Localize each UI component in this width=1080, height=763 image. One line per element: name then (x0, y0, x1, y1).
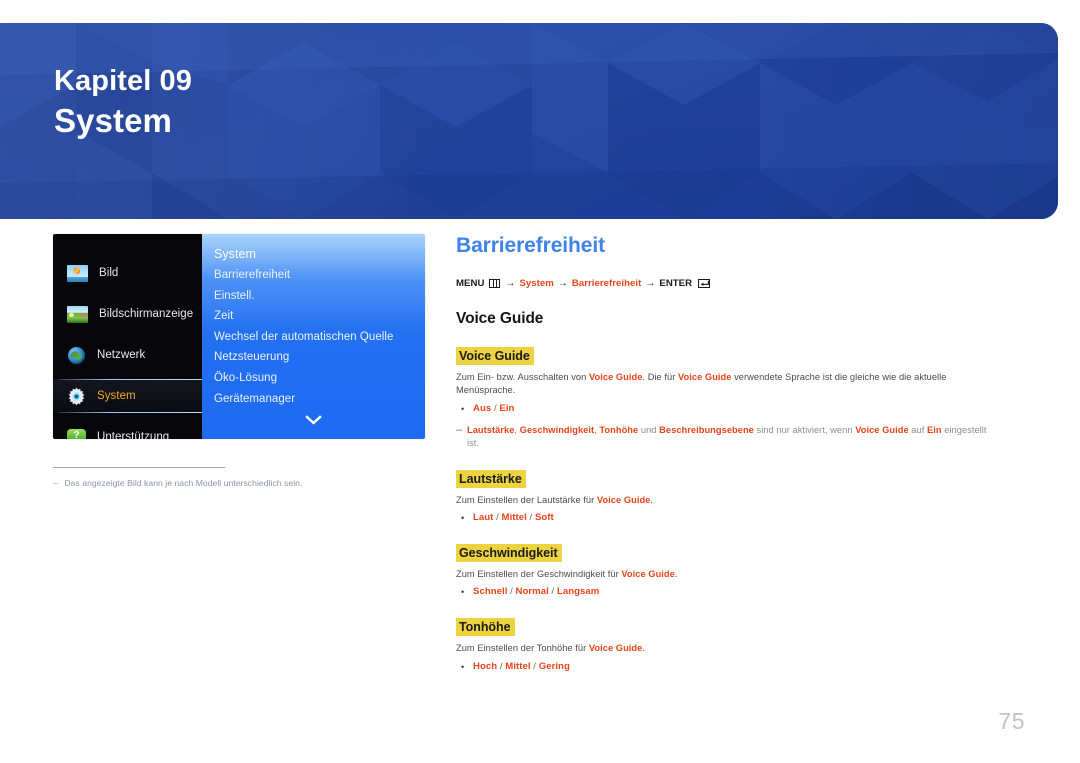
option-row: • Laut / Mittel / Soft (456, 511, 1001, 525)
question-bubble-icon (67, 429, 86, 439)
note-dash-icon: ‒ (456, 423, 463, 436)
bullet-icon: • (461, 661, 465, 672)
banner-text-group: Kapitel 09 System (54, 63, 192, 142)
page-title: Barrierefreiheit (456, 234, 605, 257)
menu-label: MENU (456, 278, 485, 289)
main-content: Barrierefreiheit MENU → System → Barrier… (456, 233, 1001, 674)
menu-bars-icon (489, 279, 501, 288)
section-heading-voice-guide: Voice Guide (456, 310, 544, 327)
arrow-separator: → (557, 278, 568, 289)
osd-submenu-item-wechsel-quelle[interactable]: Wechsel der automatischen Quelle (202, 327, 425, 348)
chapter-title: System (54, 102, 173, 140)
bullet-icon: • (461, 587, 465, 598)
chapter-banner: Kapitel 09 System (0, 23, 1058, 219)
globe-icon (67, 346, 86, 365)
subsection-lautstaerke: Lautstärke Zum Einstellen der Lautstärke… (456, 469, 1001, 525)
enter-label: ENTER (659, 278, 693, 289)
option-values: Schnell / Normal / Langsam (473, 586, 600, 598)
subsection-paragraph: Zum Einstellen der Tonhöhe für Voice Gui… (456, 643, 645, 654)
osd-item-label: Bild (99, 267, 119, 279)
option-row: • Hoch / Mittel / Gering (456, 660, 1001, 674)
osd-submenu-panel: System Barrierefreiheit Einstell. Zeit W… (202, 234, 425, 439)
option-list: • Schnell / Normal / Langsam (456, 585, 1001, 599)
enter-key-icon (698, 279, 711, 288)
subsection-paragraph: Zum Ein- bzw. Ausschalten von Voice Guid… (456, 372, 947, 396)
option-values: Hoch / Mittel / Gering (473, 660, 570, 672)
osd-item-unterstuetzung[interactable]: Unterstützung (53, 420, 202, 439)
option-values: Laut / Mittel / Soft (473, 512, 554, 524)
chapter-label: Kapitel 09 (54, 65, 192, 97)
subsection-note: ‒ Lautstärke, Geschwindigkeit, Tonhöhe u… (456, 424, 1001, 451)
osd-submenu-title: System (214, 247, 256, 261)
osd-menu-mock: Bild Bildschirmanzeige Netzwerk System ?… (53, 234, 425, 439)
osd-submenu-item-oeko-loesung[interactable]: Öko-Lösung (202, 368, 425, 389)
osd-submenu-item-zeit[interactable]: Zeit (202, 306, 425, 327)
subsection-heading: Tonhöhe (456, 618, 515, 637)
arrow-separator: → (505, 278, 516, 289)
osd-item-label: System (97, 390, 136, 402)
osd-item-netzwerk[interactable]: Netzwerk (53, 338, 202, 372)
path-node-barrierefreiheit: Barrierefreiheit (571, 278, 642, 289)
footnote-dash: ‒ (53, 478, 58, 488)
osd-submenu-item-einstell[interactable]: Einstell. (202, 286, 425, 307)
subsection-heading: Voice Guide (456, 347, 534, 365)
note-text: Lautstärke, Geschwindigkeit, Tonhöhe und… (467, 424, 987, 449)
option-values: Aus / Ein (473, 402, 515, 414)
option-row: • Aus / Ein (456, 402, 1001, 416)
subsection-heading: Lautstärke (456, 469, 526, 488)
footnote-divider (53, 467, 225, 468)
subsection-voice-guide: Voice Guide Zum Ein- bzw. Ausschalten vo… (456, 347, 1001, 451)
gear-icon (67, 386, 86, 406)
bullet-icon: • (461, 403, 465, 414)
page-number: 75 (998, 708, 1025, 734)
osd-submenu-item-netzsteuerung[interactable]: Netzsteuerung (202, 347, 425, 368)
osd-item-system[interactable]: System (53, 379, 203, 413)
osd-item-label: Unterstützung (97, 431, 170, 439)
subsection-tonhoehe: Tonhöhe Zum Einstellen der Tonhöhe für V… (456, 618, 1001, 673)
option-list: • Aus / Ein (456, 402, 1001, 416)
chevron-down-icon[interactable] (202, 415, 425, 425)
footnote-text: Das angezeigte Bild kann je nach Modell … (64, 478, 303, 488)
picture-photo-icon (67, 264, 88, 282)
osd-submenu-item-geraetemanager[interactable]: Gerätemanager (202, 389, 425, 410)
arrow-separator: → (645, 278, 656, 289)
subsection-paragraph: Zum Einstellen der Geschwindigkeit für V… (456, 569, 678, 580)
onscreen-display-photo-icon (67, 305, 88, 323)
osd-item-label: Netzwerk (97, 349, 146, 361)
subsection-heading: Geschwindigkeit (456, 544, 562, 563)
menu-path-breadcrumb: MENU → System → Barrierefreiheit → ENTER (456, 278, 1001, 289)
option-list: • Laut / Mittel / Soft (456, 511, 1001, 525)
osd-item-bild[interactable]: Bild (53, 256, 202, 290)
osd-item-label: Bildschirmanzeige (99, 308, 194, 320)
subsection-paragraph: Zum Einstellen der Lautstärke für Voice … (456, 494, 653, 505)
osd-category-list: Bild Bildschirmanzeige Netzwerk System ?… (53, 234, 203, 439)
bullet-icon: • (461, 513, 465, 524)
subsection-geschwindigkeit: Geschwindigkeit Zum Einstellen der Gesch… (456, 544, 1001, 599)
osd-item-bildschirmanzeige[interactable]: Bildschirmanzeige (53, 297, 202, 331)
option-list: • Hoch / Mittel / Gering (456, 660, 1001, 674)
footnote: ‒ Das angezeigte Bild kann je nach Model… (53, 478, 453, 488)
osd-submenu-item-barrierefreiheit[interactable]: Barrierefreiheit (202, 265, 425, 286)
path-node-system: System (519, 278, 554, 289)
option-row: • Schnell / Normal / Langsam (456, 585, 1001, 599)
